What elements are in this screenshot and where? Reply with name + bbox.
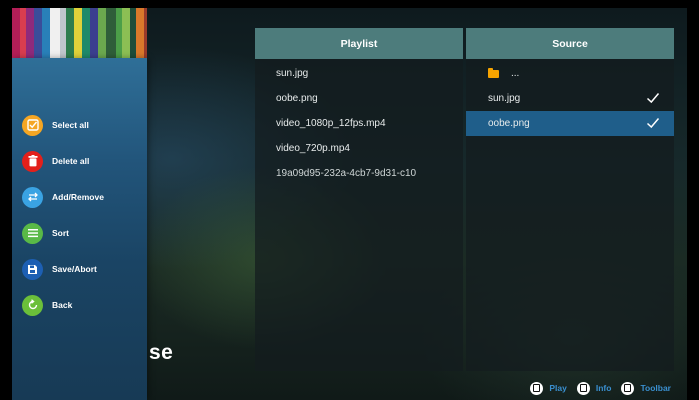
screen: Select all Delete all Add/Remove Sort Sa…	[12, 8, 687, 400]
source-item-label: oobe.png	[488, 118, 530, 129]
checkmark-icon	[646, 93, 660, 104]
play-hint[interactable]: Play	[549, 383, 567, 393]
sort-button[interactable]: Sort	[22, 221, 69, 245]
playlist-item[interactable]: 19a09d95-232a-4cb7-9d31-c10	[255, 161, 463, 186]
trash-icon	[22, 150, 43, 172]
source-panel: Source ... sun.jpg oobe.png	[466, 28, 674, 371]
footer-hints: Play Info Toolbar	[530, 380, 675, 396]
folder-icon	[488, 67, 499, 78]
source-list: ... sun.jpg oobe.png	[466, 59, 674, 136]
back-label: Back	[52, 300, 73, 310]
source-item-label: sun.jpg	[488, 93, 521, 104]
toolbar-key-icon	[621, 381, 635, 395]
select-all-button[interactable]: Select all	[22, 113, 89, 137]
add-remove-button[interactable]: Add/Remove	[22, 185, 104, 209]
playlist-item[interactable]: sun.jpg	[255, 61, 463, 86]
delete-all-button[interactable]: Delete all	[22, 149, 89, 173]
background-title-fragment: se	[149, 341, 174, 364]
save-icon	[22, 258, 43, 280]
select-all-icon	[22, 114, 43, 136]
back-button[interactable]: Back	[22, 293, 72, 317]
source-item-selected[interactable]: oobe.png	[466, 111, 674, 136]
source-item[interactable]: sun.jpg	[466, 86, 674, 111]
sort-label: Sort	[52, 228, 69, 238]
playlist-item[interactable]: video_720p.mp4	[255, 136, 463, 161]
playlist-header: Playlist	[255, 28, 463, 59]
list-icon	[22, 222, 43, 244]
select-all-label: Select all	[52, 120, 89, 130]
playlist-item[interactable]: oobe.png	[255, 86, 463, 111]
delete-all-label: Delete all	[52, 156, 90, 166]
play-key-icon	[530, 381, 544, 395]
sidebar-menu: Select all Delete all Add/Remove Sort Sa…	[12, 58, 147, 400]
swap-icon	[22, 186, 43, 208]
playlist-panel: Playlist sun.jpg oobe.png video_1080p_12…	[255, 28, 463, 371]
toolbar-hint[interactable]: Toolbar	[640, 383, 671, 393]
add-remove-label: Add/Remove	[52, 192, 104, 202]
playlist-item[interactable]: video_1080p_12fps.mp4	[255, 111, 463, 136]
back-icon	[22, 294, 43, 316]
save-abort-label: Save/Abort	[52, 264, 97, 274]
checkmark-icon	[646, 118, 660, 129]
playlist-list: sun.jpg oobe.png video_1080p_12fps.mp4 v…	[255, 59, 463, 186]
info-hint[interactable]: Info	[596, 383, 612, 393]
info-key-icon	[576, 381, 590, 395]
source-header: Source	[466, 28, 674, 59]
parent-folder-label: ...	[511, 68, 520, 79]
parent-folder-item[interactable]: ...	[466, 61, 674, 86]
save-abort-button[interactable]: Save/Abort	[22, 257, 97, 281]
